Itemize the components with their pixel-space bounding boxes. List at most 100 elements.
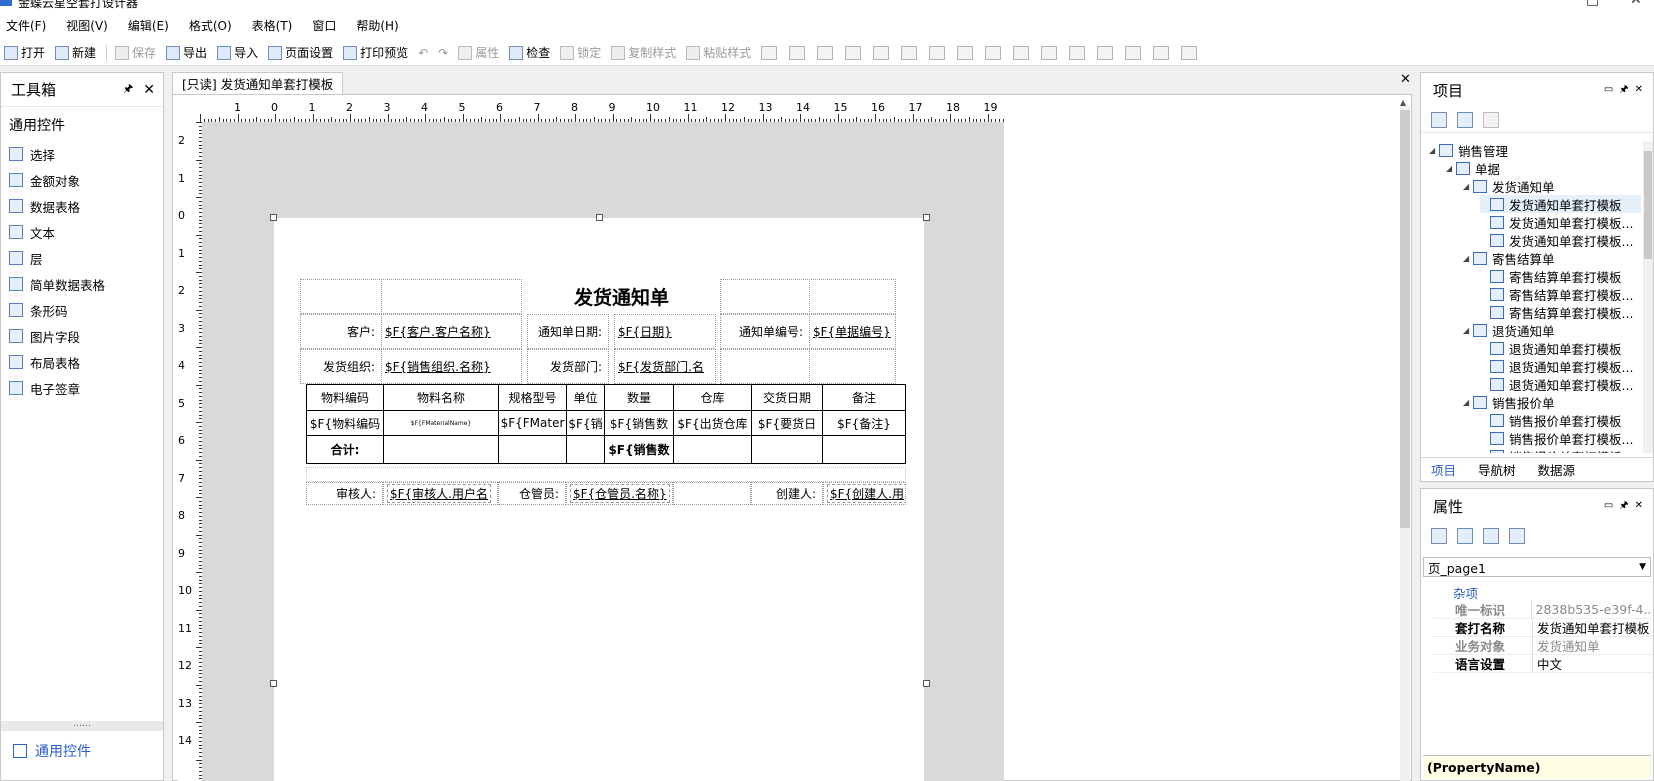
import-button[interactable]: 导入 [217, 44, 258, 61]
chevron-down-icon[interactable]: ◢ [1463, 326, 1473, 335]
chevron-down-icon[interactable]: ◢ [1463, 182, 1473, 191]
page-setup-button[interactable]: 页面设置 [268, 44, 333, 61]
resize-handle[interactable] [596, 214, 603, 221]
tree-scrollbar[interactable] [1643, 141, 1653, 453]
tree-node[interactable]: 寄售结算单套打模板... [1480, 303, 1641, 321]
chevron-down-icon[interactable]: ◢ [1463, 254, 1473, 263]
table-cell[interactable]: $F{FMaterialName} [384, 411, 498, 435]
align-top-icon[interactable] [817, 45, 834, 60]
reviewer-label[interactable]: 审核人: [306, 482, 383, 505]
tool-image-field[interactable]: 图片字段 [1, 323, 163, 349]
tree-node[interactable]: 发货通知单套打模板... [1480, 231, 1641, 249]
table-cell[interactable]: $F{销售数 [605, 411, 673, 435]
table-cell[interactable]: $F{备注} [823, 411, 905, 435]
sort-alpha-icon[interactable] [1457, 528, 1473, 544]
menu-view[interactable]: 视图(V) [66, 17, 108, 34]
tool-e-signature[interactable]: 电子签章 [1, 375, 163, 401]
close-window-icon[interactable]: ✕ [1630, 0, 1642, 8]
panel-buttons[interactable]: ▭🖈✕ [1604, 498, 1649, 515]
tree-node[interactable]: 退货通知单套打模板... [1480, 357, 1641, 375]
refresh-icon[interactable] [1431, 111, 1447, 128]
tab-nav-tree[interactable]: 导航树 [1478, 460, 1516, 479]
space-vertical-icon[interactable] [1181, 45, 1198, 60]
copy-style-button[interactable]: 复制样式 [611, 44, 676, 61]
tree-node[interactable]: 发货通知单套打模板... [1480, 213, 1641, 231]
tree-node[interactable]: 销售报价单套打模板 [1480, 411, 1641, 429]
tree-node[interactable]: ◢ 退货通知单 [1463, 321, 1641, 339]
tree-node[interactable]: 退货通知单套打模板 [1480, 339, 1641, 357]
menu-table[interactable]: 表格(T) [252, 17, 293, 34]
property-row[interactable]: 业务对象 发货通知单 [1433, 637, 1653, 655]
minimize-icon[interactable]: ─ [1540, 0, 1548, 8]
tool-text[interactable]: 文本 [1, 219, 163, 245]
total-label[interactable]: 合计: [307, 436, 383, 463]
resize-handle[interactable] [923, 680, 930, 687]
tool-select[interactable]: 选择 [1, 141, 163, 167]
layout-cell[interactable] [306, 467, 906, 482]
align-bottom-icon[interactable] [845, 45, 862, 60]
tab-data-source[interactable]: 数据源 [1538, 460, 1576, 479]
redo-button[interactable]: ↷ [438, 46, 448, 60]
chevron-down-icon[interactable]: ◢ [1429, 146, 1439, 155]
toolbox-footer-tab[interactable]: 通用控件 [13, 741, 91, 761]
number-field[interactable]: $F{单据编号} [809, 314, 896, 349]
open-button[interactable]: 打开 [4, 44, 45, 61]
table-cell[interactable]: $F{物料编码 [307, 411, 383, 435]
tree-node[interactable]: ◢ 销售报价单 [1463, 393, 1641, 411]
same-width-icon[interactable] [929, 45, 946, 60]
scroll-up-icon[interactable]: ▲ [1400, 98, 1406, 107]
distribute-left-icon[interactable] [985, 45, 1002, 60]
maximize-icon[interactable]: □ [1586, 0, 1599, 8]
resize-handle[interactable] [270, 214, 277, 221]
object-selector[interactable]: 页_page1 ▼ [1423, 557, 1651, 577]
column-header[interactable]: 交货日期 [752, 385, 822, 410]
table-cell[interactable]: $F{FMater [499, 411, 566, 435]
report-title[interactable]: 发货通知单 [527, 279, 716, 314]
scroll-thumb[interactable] [1400, 110, 1410, 528]
column-header[interactable]: 仓库 [674, 385, 751, 410]
tree-node[interactable]: ◢ 发货通知单 [1463, 177, 1641, 195]
layout-cell[interactable] [300, 279, 382, 314]
creator-field[interactable]: $F{创建人.用 [823, 482, 906, 505]
layout-cell[interactable] [720, 349, 810, 384]
tool-barcode[interactable]: 条形码 [1, 297, 163, 323]
layout-cell[interactable] [381, 279, 522, 314]
tree-node[interactable]: 发货通知单套打模板 [1480, 195, 1641, 213]
menu-edit[interactable]: 编辑(E) [128, 17, 169, 34]
tool-simple-data-table[interactable]: 简单数据表格 [1, 271, 163, 297]
paste-style-button[interactable]: 粘贴样式 [686, 44, 751, 61]
align-right-icon[interactable] [873, 45, 890, 60]
tree-node[interactable]: ◢ 寄售结算单 [1463, 249, 1641, 267]
distribute-top-icon[interactable] [1069, 45, 1086, 60]
keeper-field[interactable]: $F{仓管员.名称} [566, 482, 673, 505]
print-preview-button[interactable]: 打印预览 [343, 44, 408, 61]
layout-cell[interactable] [809, 279, 896, 314]
tree-node[interactable]: 寄售结算单套打模板... [1480, 285, 1641, 303]
org-field[interactable]: $F{销售组织.名称} [381, 349, 522, 384]
property-row[interactable]: 语言设置 中文 [1433, 655, 1653, 673]
document-tab[interactable]: [只读] 发货通知单套打模板 [172, 72, 344, 94]
tree-node[interactable]: ◢ 销售管理 [1429, 141, 1641, 159]
resize-handle[interactable] [923, 214, 930, 221]
lock-button[interactable]: 锁定 [560, 44, 601, 61]
tree-node[interactable]: 销售报价单套打模板... [1480, 447, 1641, 453]
new-button[interactable]: 新建 [55, 44, 96, 61]
categorized-icon[interactable] [1431, 528, 1447, 544]
panel-buttons[interactable]: ▭🖈✕ [1604, 82, 1649, 99]
delete-icon[interactable] [1483, 111, 1499, 128]
layout-cell[interactable] [673, 482, 751, 505]
tab-project[interactable]: 项目 [1431, 460, 1456, 479]
copy-icon[interactable] [1457, 111, 1473, 128]
column-header[interactable]: 数量 [605, 385, 673, 410]
dept-label[interactable]: 发货部门: [527, 349, 609, 384]
document-scrollbar[interactable]: ▲ [1400, 98, 1410, 781]
table-cell[interactable]: $F{销 [567, 411, 604, 435]
table-cell[interactable]: $F{出货仓库 [674, 411, 751, 435]
property-row[interactable]: 唯一标识 2838b535-e39f-4... [1433, 601, 1653, 619]
column-header[interactable]: 单位 [567, 385, 604, 410]
tool-amount-object[interactable]: 金额对象 [1, 167, 163, 193]
properties-button[interactable]: 属性 [458, 44, 499, 61]
chevron-down-icon[interactable]: ◢ [1463, 398, 1473, 407]
tree-node[interactable]: 退货通知单套打模板... [1480, 375, 1641, 393]
menu-file[interactable]: 文件(F) [6, 17, 46, 34]
